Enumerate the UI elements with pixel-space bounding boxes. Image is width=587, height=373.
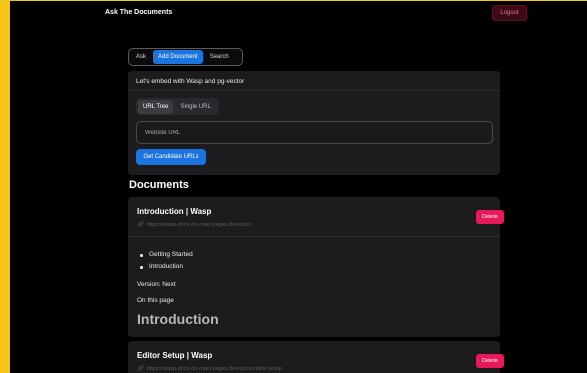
app-title: Ask The Documents	[105, 9, 173, 16]
document-url-text[interactable]: https://wasp-docs-on-main.pages.dev/docs…	[147, 366, 282, 372]
document-list: Getting Started Introduction	[137, 249, 491, 273]
document-version: Version: Next	[137, 281, 176, 288]
delete-button[interactable]: Delete	[476, 354, 504, 368]
document-url[interactable]: 🔗︎ https://wasp-docs-on-main.pages.dev/d…	[137, 221, 252, 229]
documents-heading: Documents	[129, 179, 189, 191]
tab-ask[interactable]: Ask	[131, 50, 151, 64]
document-header: Introduction | Wasp 🔗︎ https://wasp-docs…	[128, 197, 504, 237]
tab-search[interactable]: Search	[205, 50, 234, 64]
delete-button[interactable]: Delete	[476, 210, 504, 224]
tab-add-document[interactable]: Add Document	[153, 50, 203, 64]
logout-button[interactable]: Logout	[492, 5, 527, 21]
document-on-page: On this page	[137, 297, 174, 304]
top-bar: Ask The Documents Logout	[10, 1, 587, 27]
subtab-url-tree[interactable]: URL Tree	[138, 99, 174, 114]
link-icon: 🔗︎	[137, 222, 145, 228]
document-card: Introduction | Wasp 🔗︎ https://wasp-docs…	[128, 197, 504, 337]
app-frame: Ask The Documents Logout Ask Add Documen…	[0, 0, 587, 373]
main-tabs: Ask Add Document Search	[128, 48, 243, 66]
document-title: Editor Setup | Wasp	[137, 351, 213, 360]
link-icon: 🔗︎	[137, 366, 145, 372]
document-header: Editor Setup | Wasp 🔗︎ https://wasp-docs…	[128, 341, 504, 373]
list-item: Introduction	[137, 261, 491, 273]
embed-card: Let's embed with Wasp and pg-vector URL …	[128, 71, 500, 175]
get-candidate-urls-button[interactable]: Get Candidate URLs	[136, 149, 206, 165]
document-heading: Introduction	[137, 311, 219, 327]
document-body: Getting Started Introduction Version: Ne…	[128, 237, 500, 327]
subtab-single-url[interactable]: Single URL	[175, 100, 215, 114]
embed-subtabs: URL Tree Single URL	[136, 98, 219, 115]
embed-heading: Let's embed with Wasp and pg-vector	[128, 71, 500, 91]
document-url-text[interactable]: https://wasp-docs-on-main.pages.dev/docs	[147, 222, 252, 228]
document-url[interactable]: 🔗︎ https://wasp-docs-on-main.pages.dev/d…	[137, 365, 282, 373]
list-item: Getting Started	[137, 249, 491, 261]
document-card: Editor Setup | Wasp 🔗︎ https://wasp-docs…	[128, 341, 504, 373]
document-title: Introduction | Wasp	[137, 207, 212, 216]
website-url-input[interactable]	[136, 121, 493, 144]
